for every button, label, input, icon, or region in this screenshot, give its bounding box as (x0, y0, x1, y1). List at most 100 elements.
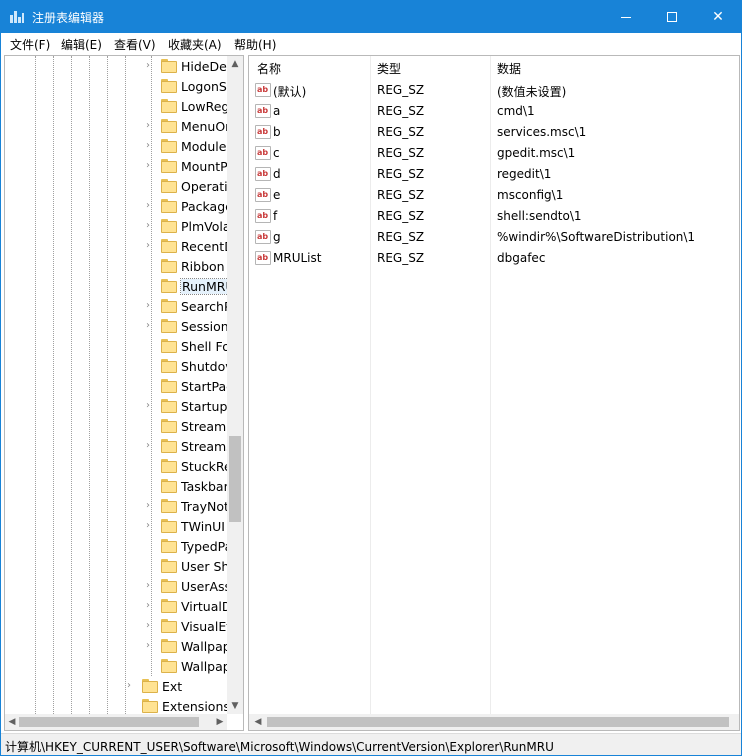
value-row[interactable]: ab a REG_SZ cmd\1 (249, 101, 739, 122)
tree-item[interactable]: Operati (5, 176, 228, 196)
tree-item[interactable]: › Package (5, 196, 233, 216)
expand-arrow-icon[interactable]: › (146, 161, 154, 171)
string-value-icon: ab (255, 188, 271, 202)
tree-item[interactable]: StreamM (5, 416, 237, 436)
scroll-up-icon[interactable]: ▲ (227, 56, 243, 72)
tree-item[interactable]: Shutdov (5, 356, 233, 376)
tree-vertical-scrollbar[interactable]: ▲ ▼ (227, 56, 243, 714)
value-name: f (273, 209, 278, 223)
value-row[interactable]: ab c REG_SZ gpedit.msc\1 (249, 143, 739, 164)
expand-arrow-icon[interactable]: › (146, 601, 154, 611)
value-type: REG_SZ (377, 167, 425, 181)
tree-item[interactable]: › UserAss (5, 576, 231, 596)
title-bar[interactable]: 注册表编辑器 ✕ (1, 1, 741, 33)
tree-item-label: HideDes (181, 59, 234, 74)
value-row[interactable]: ab b REG_SZ services.msc\1 (249, 122, 739, 143)
tree-item[interactable]: Extensions (5, 696, 230, 716)
value-name: a (273, 104, 281, 118)
tree-item[interactable]: TypedPa (5, 536, 232, 556)
folder-icon (161, 339, 177, 353)
tree-item[interactable]: › MenuOr (5, 116, 230, 136)
tree-horizontal-scrollbar[interactable]: ◀ ▶ (5, 714, 227, 730)
tree-item[interactable]: Shell Fo (5, 336, 230, 356)
value-row[interactable]: ab g REG_SZ %windir%\SoftwareDistribution\1 (249, 227, 739, 248)
expand-arrow-icon[interactable]: › (127, 681, 135, 691)
scroll-right-icon[interactable]: ▶ (213, 714, 227, 730)
tree-item[interactable]: StuckRe (5, 456, 232, 476)
menu-help[interactable]: 帮助(H) (234, 36, 276, 53)
tree-hscroll-thumb[interactable] (19, 717, 199, 727)
expand-arrow-icon[interactable]: › (146, 581, 154, 591)
expand-arrow-icon[interactable]: › (146, 201, 154, 211)
expand-arrow-icon[interactable]: › (146, 121, 154, 131)
values-list-pane[interactable]: 名称 类型 数据 ab (默认) REG_SZ (数值未设置) ab a REG_SZ cmd… (248, 55, 740, 731)
menu-favorites[interactable]: 收藏夹(A) (168, 36, 222, 53)
tree-item[interactable]: › Streams (5, 436, 233, 456)
list-hscroll-thumb[interactable] (267, 717, 729, 727)
tree-item[interactable]: Wallpap (5, 656, 231, 676)
tree-item[interactable]: LogonSt (5, 76, 232, 96)
tree-item[interactable]: › Ext (5, 676, 227, 696)
expand-arrow-icon[interactable]: › (146, 221, 154, 231)
tree-item[interactable]: Taskbar (5, 476, 229, 496)
column-header-type[interactable]: 类型 (377, 60, 401, 77)
expand-arrow-icon[interactable]: › (146, 401, 154, 411)
tree-item[interactable]: › VirtualD (5, 596, 231, 616)
tree-item[interactable]: LowReg (5, 96, 229, 116)
tree-scroll-thumb[interactable] (229, 436, 241, 522)
string-value-icon-text: ab (257, 106, 269, 115)
tree-item[interactable]: › MountP (5, 156, 228, 176)
value-row[interactable]: ab MRUList REG_SZ dbgafec (249, 248, 739, 269)
maximize-button[interactable] (649, 1, 695, 33)
value-row[interactable]: ab (默认) REG_SZ (数值未设置) (249, 80, 739, 101)
scroll-down-icon[interactable]: ▼ (227, 698, 243, 714)
string-value-icon-text: ab (257, 127, 269, 136)
tree-item[interactable]: › TrayNot (5, 496, 229, 516)
expand-arrow-icon[interactable]: › (146, 241, 154, 251)
tree-item[interactable]: › TWinUI (5, 516, 227, 536)
tree-item[interactable]: › Wallpap (5, 636, 231, 656)
tree-item[interactable]: › Session (5, 316, 229, 336)
menu-edit[interactable]: 编辑(E) (61, 36, 102, 53)
tree-item[interactable]: › StartupA (5, 396, 236, 416)
folder-icon (161, 59, 177, 73)
expand-arrow-icon[interactable]: › (146, 301, 154, 311)
tree-item[interactable]: › VisualEf (5, 616, 231, 636)
column-header-data[interactable]: 数据 (497, 60, 521, 77)
tree-item[interactable]: › PlmVola (5, 216, 231, 236)
expand-arrow-icon[interactable]: › (146, 61, 154, 71)
expand-arrow-icon[interactable]: › (146, 641, 154, 651)
tree-item[interactable]: › HideDes (5, 56, 233, 76)
folder-icon (161, 219, 177, 233)
tree-item[interactable]: RunMRU (5, 276, 237, 296)
expand-arrow-icon[interactable]: › (146, 441, 154, 451)
tree-item[interactable]: User Sh (5, 556, 229, 576)
string-value-icon: ab (255, 167, 271, 181)
value-row[interactable]: ab f REG_SZ shell:sendto\1 (249, 206, 739, 227)
tree-item[interactable]: StartPag (5, 376, 234, 396)
expand-arrow-icon[interactable]: › (146, 501, 154, 511)
folder-icon (161, 99, 177, 113)
expand-arrow-icon[interactable]: › (146, 521, 154, 531)
expand-arrow-icon[interactable]: › (146, 621, 154, 631)
tree-item-label: VirtualD (181, 599, 232, 614)
minimize-button[interactable] (603, 1, 649, 33)
value-name: d (273, 167, 281, 181)
menu-file[interactable]: 文件(F) (10, 36, 50, 53)
registry-tree-pane[interactable]: › HideDes LogonSt LowReg › MenuOr › Module › Moun… (4, 55, 244, 731)
value-row[interactable]: ab e REG_SZ msconfig\1 (249, 185, 739, 206)
value-row[interactable]: ab d REG_SZ regedit\1 (249, 164, 739, 185)
expand-arrow-icon[interactable]: › (146, 321, 154, 331)
expand-arrow-icon[interactable]: › (146, 141, 154, 151)
string-value-icon-text: ab (257, 211, 269, 220)
scroll-left-icon[interactable]: ◀ (251, 714, 265, 730)
list-horizontal-scrollbar[interactable]: ◀ (249, 714, 739, 730)
column-header-name[interactable]: 名称 (257, 60, 281, 77)
close-button[interactable]: ✕ (695, 1, 741, 33)
menu-view[interactable]: 查看(V) (114, 36, 156, 53)
tree-item[interactable]: Ribbon (5, 256, 227, 276)
tree-item[interactable]: › RecentD (5, 236, 234, 256)
tree-item[interactable]: › SearchP (5, 296, 231, 316)
scroll-left-icon[interactable]: ◀ (5, 714, 19, 730)
tree-item[interactable]: › Module (5, 136, 227, 156)
